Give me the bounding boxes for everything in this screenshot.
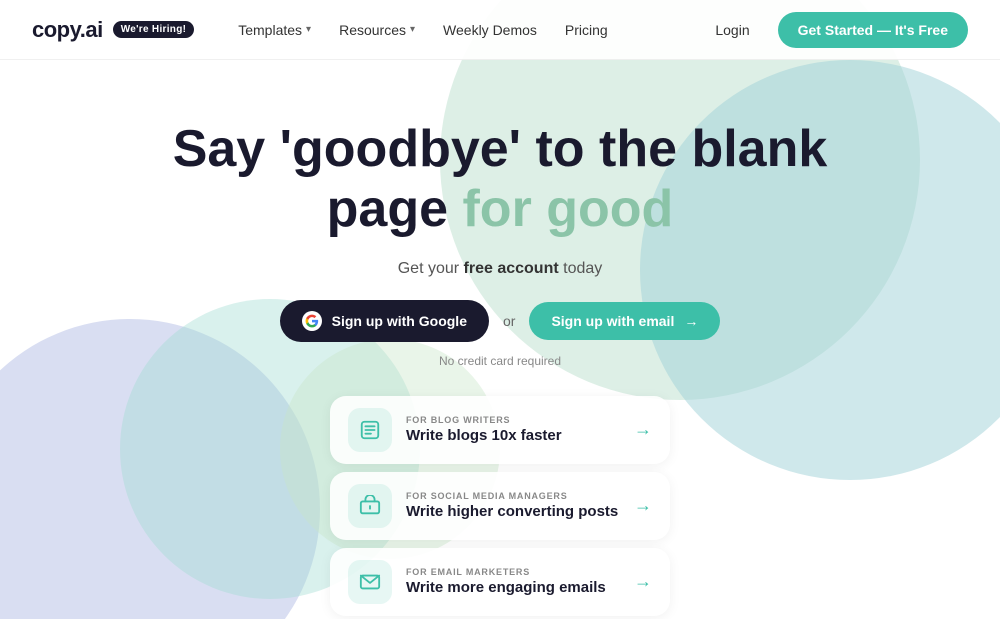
cta-row: Sign up with Google or Sign up with emai… [280,300,721,342]
social-icon-wrap [348,484,392,528]
navbar: copy.ai We're Hiring! Templates ▾ Resour… [0,0,1000,60]
email-feature-text: For Email Marketers Write more engaging … [406,567,620,596]
email-arrow-icon: → [634,571,652,592]
nav-pricing[interactable]: Pricing [553,16,620,44]
google-signup-label: Sign up with Google [332,313,467,329]
nav-resources[interactable]: Resources ▾ [327,16,427,44]
no-credit-card-text: No credit card required [439,354,561,368]
email-icon [359,571,381,593]
logo-text: copy.ai [32,17,103,43]
hero-subtitle-bold: free account [464,260,559,277]
arrow-icon: → [684,313,698,329]
social-feature-title: Write higher converting posts [406,503,620,520]
social-category-label: For Social Media Managers [406,491,620,501]
email-icon-wrap [348,560,392,604]
logo[interactable]: copy.ai We're Hiring! [32,17,194,43]
email-feature-title: Write more engaging emails [406,579,620,596]
feature-card-email[interactable]: For Email Marketers Write more engaging … [330,548,670,616]
hero-title-line1: Say 'goodbye' to the blank [173,120,828,178]
hero-title-accent: for good [462,180,673,238]
blog-arrow-icon: → [634,419,652,440]
feature-card-blog[interactable]: For Blog Writers Write blogs 10x faster … [330,396,670,464]
nav-templates-label: Templates [238,22,302,38]
hero-title: Say 'goodbye' to the blank page for good [173,120,828,240]
nav-weekly-demos[interactable]: Weekly Demos [431,16,549,44]
nav-weekly-demos-label: Weekly Demos [443,22,537,38]
blog-category-label: For Blog Writers [406,415,620,425]
feature-card-social[interactable]: For Social Media Managers Write higher c… [330,472,670,540]
social-icon [359,495,381,517]
nav-links: Templates ▾ Resources ▾ Weekly Demos Pri… [226,16,703,44]
hiring-badge: We're Hiring! [113,21,195,38]
blog-icon [359,419,381,441]
nav-templates[interactable]: Templates ▾ [226,16,323,44]
blog-feature-text: For Blog Writers Write blogs 10x faster [406,415,620,444]
feature-cards: For Blog Writers Write blogs 10x faster … [330,396,670,616]
nav-right: Login Get Started — It's Free [703,12,968,48]
social-feature-text: For Social Media Managers Write higher c… [406,491,620,520]
chevron-down-icon: ▾ [410,24,415,35]
nav-pricing-label: Pricing [565,22,608,38]
chevron-down-icon: ▾ [306,24,311,35]
hero-subtitle-prefix: Get your [398,260,464,277]
email-signup-label: Sign up with email [551,313,674,329]
hero-title-line2-main: page [327,180,463,238]
email-signup-button[interactable]: Sign up with email → [529,302,720,340]
main-content: Say 'goodbye' to the blank page for good… [0,60,1000,616]
get-started-button[interactable]: Get Started — It's Free [778,12,968,48]
nav-resources-label: Resources [339,22,406,38]
google-signup-button[interactable]: Sign up with Google [280,300,489,342]
blog-feature-title: Write blogs 10x faster [406,427,620,444]
login-button[interactable]: Login [703,16,761,44]
blog-icon-wrap [348,408,392,452]
hero-subtitle-suffix: today [559,260,603,277]
email-category-label: For Email Marketers [406,567,620,577]
or-divider: or [503,313,515,329]
google-icon [302,311,322,331]
social-arrow-icon: → [634,495,652,516]
hero-subtitle: Get your free account today [398,260,603,278]
